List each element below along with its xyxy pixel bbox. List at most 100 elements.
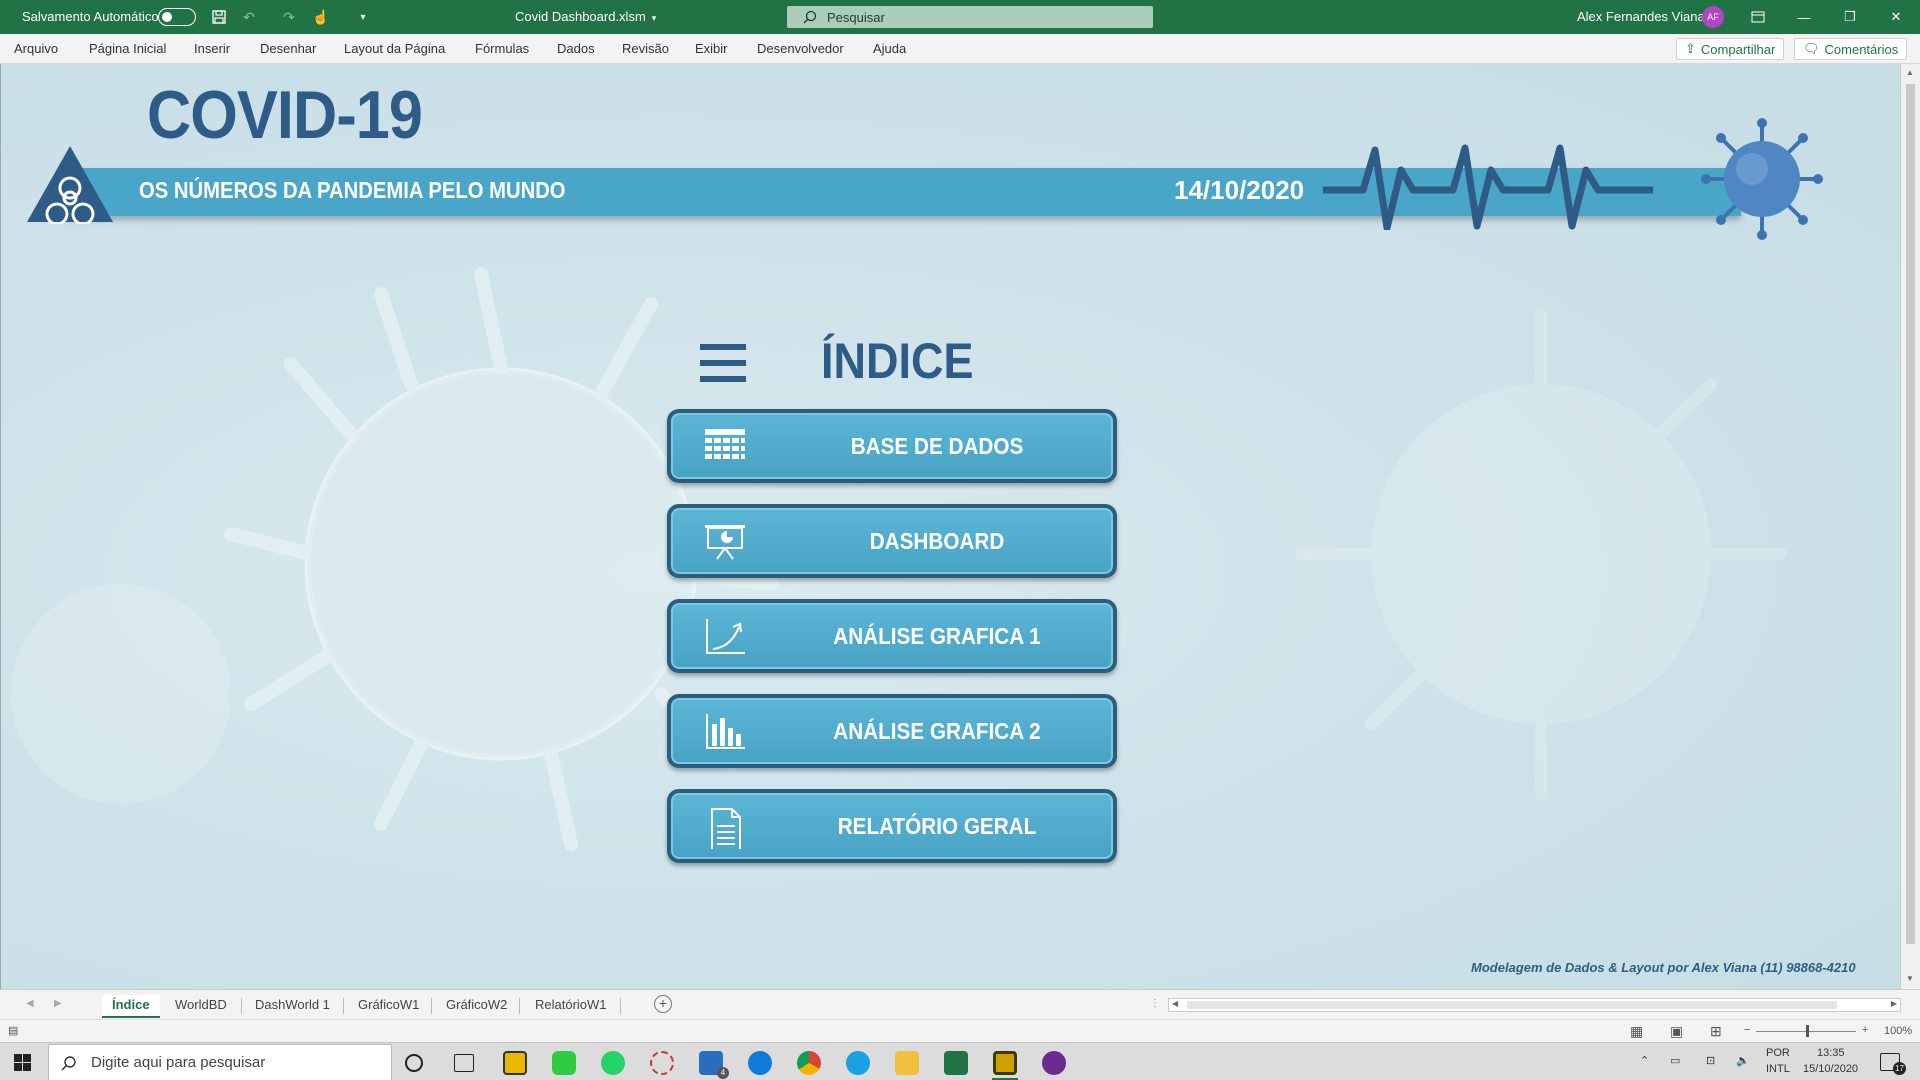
search-box[interactable]: Pesquisar bbox=[787, 6, 1153, 28]
index-title: ÍNDICE bbox=[821, 333, 974, 389]
tab-revisao[interactable]: Revisão bbox=[622, 41, 669, 56]
show-hidden-icons[interactable]: ⌃ bbox=[1640, 1054, 1649, 1067]
ribbon-display-options-icon[interactable] bbox=[1746, 6, 1770, 28]
internet-explorer-icon[interactable] bbox=[846, 1051, 870, 1075]
base-de-dados-button[interactable]: BASE DE DADOS bbox=[667, 409, 1117, 483]
zoom-level[interactable]: 100% bbox=[1884, 1025, 1912, 1037]
mail-icon[interactable]: 4 bbox=[699, 1051, 729, 1079]
header-date: 14/10/2020 bbox=[1174, 175, 1305, 205]
zoom-slider-thumb[interactable] bbox=[1806, 1025, 1809, 1037]
scroll-down-icon[interactable]: ▼ bbox=[1906, 974, 1914, 983]
scroll-right-icon[interactable]: ▶ bbox=[1891, 999, 1897, 1008]
notifications-icon[interactable]: 17 bbox=[1880, 1053, 1906, 1075]
user-name[interactable]: Alex Fernandes Viana bbox=[1577, 9, 1705, 24]
task-view-icon[interactable] bbox=[454, 1054, 474, 1072]
windows-taskbar: Digite aqui para pesquisar 4 ⌃ ▭ ⊡ 🔈 POR… bbox=[0, 1042, 1920, 1080]
volume-icon[interactable]: 🔈 bbox=[1736, 1054, 1750, 1067]
cortana-icon[interactable] bbox=[405, 1054, 423, 1072]
scroll-thumb[interactable] bbox=[1906, 84, 1915, 944]
tab-desenvolvedor[interactable]: Desenvolvedor bbox=[757, 41, 844, 56]
zoom-out-icon[interactable]: − bbox=[1744, 1024, 1750, 1036]
close-icon[interactable]: ✕ bbox=[1884, 6, 1908, 28]
sheet-tab-relatoriow1[interactable]: RelatórioW1 bbox=[535, 997, 607, 1012]
relatorio-geral-label: RELATÓRIO GERAL bbox=[837, 812, 1037, 839]
dashboard-label: DASHBOARD bbox=[869, 527, 1005, 554]
scroll-thumb[interactable] bbox=[1187, 1001, 1837, 1009]
sheet-tab-worldbd[interactable]: WorldBD bbox=[175, 997, 227, 1012]
tab-ajuda[interactable]: Ajuda bbox=[873, 41, 906, 56]
page-layout-view-icon[interactable]: ▣ bbox=[1670, 1023, 1683, 1040]
tab-desenhar[interactable]: Desenhar bbox=[260, 41, 316, 56]
taskbar-search[interactable]: Digite aqui para pesquisar bbox=[48, 1044, 392, 1080]
tab-pagina-inicial[interactable]: Página Inicial bbox=[89, 41, 166, 56]
sticky-notes-icon[interactable] bbox=[503, 1051, 527, 1075]
comments-button[interactable]: 🗨 Comentários bbox=[1794, 38, 1908, 60]
sheet-tab-indice[interactable]: Índice bbox=[102, 995, 160, 1018]
tab-exibir[interactable]: Exibir bbox=[695, 41, 728, 56]
save-icon[interactable] bbox=[210, 8, 228, 26]
search-placeholder: Pesquisar bbox=[827, 9, 885, 25]
tab-divider bbox=[620, 998, 621, 1014]
zoom-in-icon[interactable]: + bbox=[1862, 1024, 1868, 1036]
keyboard-layout[interactable]: INTL bbox=[1766, 1063, 1790, 1075]
scroll-up-icon[interactable]: ▲ bbox=[1906, 68, 1914, 77]
tab-arquivo[interactable]: Arquivo bbox=[14, 41, 58, 56]
horizontal-scrollbar[interactable]: ◀ ▶ bbox=[1168, 998, 1901, 1012]
edge-icon[interactable] bbox=[748, 1051, 772, 1075]
app-purple-icon[interactable] bbox=[1042, 1051, 1066, 1075]
app-yellow-icon[interactable] bbox=[992, 1051, 1018, 1080]
analise-grafica-2-button[interactable]: ANÁLISE GRAFICA 2 bbox=[667, 694, 1117, 768]
vertical-scrollbar[interactable]: ▲ ▼ bbox=[1900, 64, 1920, 989]
undo-icon[interactable]: ↶ bbox=[240, 8, 258, 26]
macro-record-icon[interactable]: ▤ bbox=[8, 1024, 18, 1037]
touch-mode-icon[interactable]: ☝ bbox=[312, 8, 330, 26]
share-button[interactable]: ⇪ Compartilhar bbox=[1676, 38, 1785, 60]
page-break-view-icon[interactable]: ⊞ bbox=[1710, 1023, 1722, 1040]
add-sheet-icon[interactable]: + bbox=[654, 995, 672, 1013]
excel-icon[interactable] bbox=[944, 1051, 968, 1075]
battery-icon[interactable]: ▭ bbox=[1670, 1054, 1680, 1067]
prev-sheet-icon[interactable]: ◀ bbox=[26, 998, 34, 1009]
hamburger-menu-icon bbox=[700, 344, 746, 382]
tab-layout-pagina[interactable]: Layout da Página bbox=[344, 41, 445, 56]
base-de-dados-label: BASE DE DADOS bbox=[850, 432, 1024, 459]
clock-date[interactable]: 15/10/2020 bbox=[1803, 1063, 1858, 1075]
share-icon: ⇪ bbox=[1685, 41, 1696, 56]
document-title[interactable]: Covid Dashboard.xlsm ▾ bbox=[515, 9, 656, 24]
split-handle-icon[interactable]: ⋮ bbox=[1150, 998, 1160, 1009]
ribbon-tabs: Arquivo Página Inicial Inserir Desenhar … bbox=[0, 34, 1920, 64]
app-green-icon[interactable] bbox=[552, 1051, 576, 1075]
tab-inserir[interactable]: Inserir bbox=[194, 41, 230, 56]
sheet-tabs-bar: ◀ ▶ Índice WorldBD DashWorld 1 GráficoW1… bbox=[0, 989, 1920, 1019]
customize-qat-icon[interactable]: ▾ bbox=[354, 8, 372, 26]
tab-dados[interactable]: Dados bbox=[557, 41, 595, 56]
next-sheet-icon[interactable]: ▶ bbox=[54, 998, 62, 1009]
clock-time[interactable]: 13:35 bbox=[1817, 1047, 1845, 1059]
scroll-left-icon[interactable]: ◀ bbox=[1172, 999, 1178, 1008]
heartbeat-line-icon bbox=[1323, 144, 1653, 230]
autosave-toggle[interactable] bbox=[158, 8, 196, 26]
input-language[interactable]: POR bbox=[1766, 1047, 1790, 1059]
dashboard-button[interactable]: DASHBOARD bbox=[667, 504, 1117, 578]
relatorio-geral-button[interactable]: RELATÓRIO GERAL bbox=[667, 789, 1117, 863]
sheet-tab-graficow2[interactable]: GráficoW2 bbox=[446, 997, 507, 1012]
snipping-tool-icon[interactable] bbox=[650, 1051, 674, 1075]
tab-formulas[interactable]: Fórmulas bbox=[475, 41, 529, 56]
analise-grafica-2-label: ANÁLISE GRAFICA 2 bbox=[833, 717, 1041, 744]
avatar[interactable]: AF bbox=[1702, 6, 1724, 28]
normal-view-icon[interactable]: ▦ bbox=[1630, 1023, 1643, 1040]
chevron-down-icon: ▾ bbox=[651, 13, 657, 23]
file-explorer-icon[interactable] bbox=[895, 1051, 919, 1075]
analise-grafica-1-button[interactable]: ANÁLISE GRAFICA 1 bbox=[667, 599, 1117, 673]
windows-start-icon[interactable] bbox=[14, 1054, 31, 1071]
header-subtitle: OS NÚMEROS DA PANDEMIA PELO MUNDO bbox=[139, 177, 566, 203]
chrome-icon[interactable] bbox=[797, 1051, 821, 1075]
sheet-tab-dashworld1[interactable]: DashWorld 1 bbox=[255, 997, 330, 1012]
mail-badge: 4 bbox=[717, 1067, 729, 1079]
whatsapp-icon[interactable] bbox=[601, 1051, 625, 1075]
sheet-tab-graficow1[interactable]: GráficoW1 bbox=[358, 997, 419, 1012]
redo-icon[interactable]: ↷ bbox=[280, 8, 298, 26]
network-icon[interactable]: ⊡ bbox=[1706, 1054, 1715, 1067]
restore-icon[interactable]: ❐ bbox=[1838, 6, 1862, 28]
minimize-icon[interactable]: — bbox=[1792, 6, 1816, 28]
